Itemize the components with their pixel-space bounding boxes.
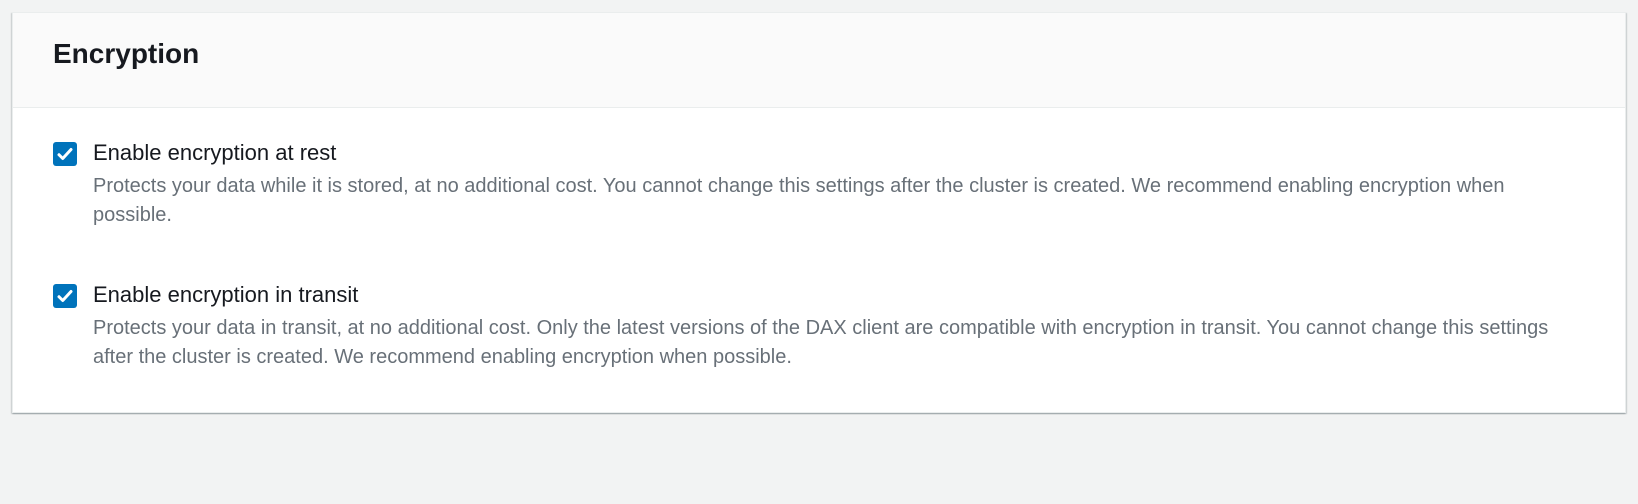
option-text-block: Enable encryption in transit Protects yo…: [93, 282, 1585, 372]
checkmark-icon: [56, 287, 74, 305]
checkbox-box: [53, 284, 77, 308]
panel-header: Encryption: [13, 13, 1625, 108]
encryption-panel: Encryption Enable encryption at rest Pro…: [12, 12, 1626, 413]
option-encryption-in-transit: Enable encryption in transit Protects yo…: [53, 282, 1585, 372]
checkbox-encryption-in-transit[interactable]: [53, 284, 77, 308]
checkbox-encryption-at-rest[interactable]: [53, 142, 77, 166]
label-encryption-in-transit[interactable]: Enable encryption in transit: [93, 282, 358, 308]
checkmark-icon: [56, 145, 74, 163]
checkbox-box: [53, 142, 77, 166]
description-encryption-in-transit: Protects your data in transit, at no add…: [93, 314, 1585, 372]
label-encryption-at-rest[interactable]: Enable encryption at rest: [93, 140, 336, 166]
description-encryption-at-rest: Protects your data while it is stored, a…: [93, 172, 1585, 230]
option-encryption-at-rest: Enable encryption at rest Protects your …: [53, 140, 1585, 230]
panel-body: Enable encryption at rest Protects your …: [13, 108, 1625, 412]
option-text-block: Enable encryption at rest Protects your …: [93, 140, 1585, 230]
panel-title: Encryption: [53, 37, 1585, 71]
